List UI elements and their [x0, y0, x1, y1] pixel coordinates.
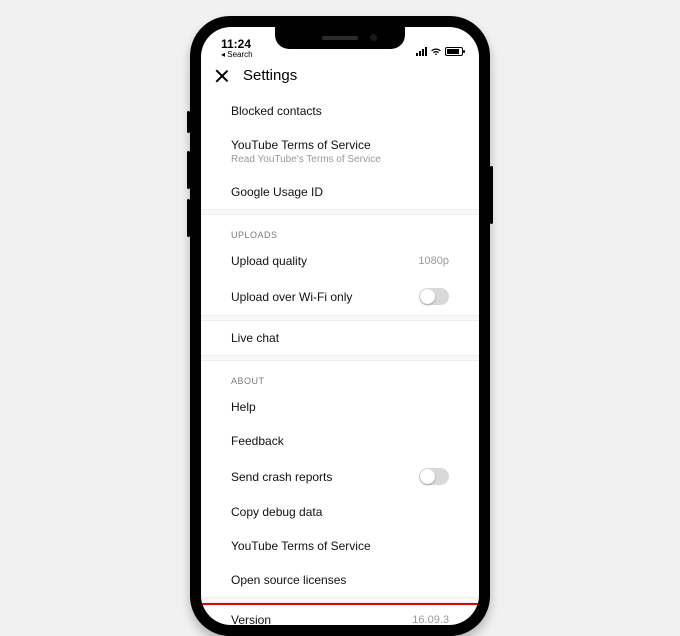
row-label: Open source licenses	[231, 573, 346, 587]
crash-reports-toggle[interactable]	[419, 468, 449, 485]
volume-down-button	[187, 199, 190, 237]
front-camera	[370, 34, 377, 41]
row-google-usage-id[interactable]: Google Usage ID	[201, 175, 479, 209]
row-label: Upload quality	[231, 254, 307, 268]
row-copy-debug-data[interactable]: Copy debug data	[201, 495, 479, 529]
title-bar: Settings	[201, 59, 479, 94]
wifi-only-toggle[interactable]	[419, 288, 449, 305]
row-label: YouTube Terms of Service	[231, 539, 371, 553]
cellular-signal-icon	[416, 47, 427, 56]
row-upload-quality[interactable]: Upload quality 1080p	[201, 244, 479, 278]
settings-list[interactable]: Blocked contacts YouTube Terms of Servic…	[201, 94, 479, 625]
back-to-search-link[interactable]: ◂ Search	[221, 51, 253, 59]
version-value: 16.09.3	[412, 614, 449, 625]
close-icon[interactable]	[215, 69, 229, 83]
row-upload-wifi-only[interactable]: Upload over Wi-Fi only	[201, 278, 479, 315]
row-label: Upload over Wi-Fi only	[231, 290, 352, 304]
row-label: Send crash reports	[231, 470, 332, 484]
row-label: Help	[231, 400, 256, 414]
row-terms-of-service[interactable]: YouTube Terms of Service Read YouTube's …	[201, 128, 479, 175]
section-header-about: ABOUT	[201, 361, 479, 390]
power-button	[490, 166, 493, 224]
section-header-uploads: UPLOADS	[201, 215, 479, 244]
row-version[interactable]: Version 16.09.3	[201, 603, 479, 625]
page-title: Settings	[243, 67, 297, 84]
row-feedback[interactable]: Feedback	[201, 424, 479, 458]
row-terms-of-service-2[interactable]: YouTube Terms of Service	[201, 529, 479, 563]
mute-switch	[187, 111, 190, 133]
wifi-icon	[430, 47, 442, 56]
status-time: 11:24	[221, 38, 253, 50]
volume-up-button	[187, 151, 190, 189]
row-label: Feedback	[231, 434, 284, 448]
notch	[275, 27, 405, 49]
row-subtitle: Read YouTube's Terms of Service	[231, 154, 381, 165]
row-open-source-licenses[interactable]: Open source licenses	[201, 563, 479, 597]
row-label: Version	[231, 613, 271, 625]
speaker	[322, 36, 358, 40]
screen: 11:24 ◂ Search Settings Blocked contacts	[201, 27, 479, 625]
row-label: Blocked contacts	[231, 104, 322, 118]
row-send-crash-reports[interactable]: Send crash reports	[201, 458, 479, 495]
row-label: Google Usage ID	[231, 185, 323, 199]
phone-frame: 11:24 ◂ Search Settings Blocked contacts	[190, 16, 490, 636]
row-value: 1080p	[418, 255, 449, 267]
row-label: Live chat	[231, 331, 279, 345]
row-label: Copy debug data	[231, 505, 322, 519]
battery-icon	[445, 47, 463, 56]
row-blocked-contacts[interactable]: Blocked contacts	[201, 94, 479, 128]
row-help[interactable]: Help	[201, 390, 479, 424]
row-live-chat[interactable]: Live chat	[201, 321, 479, 355]
row-label: YouTube Terms of Service	[231, 138, 381, 152]
